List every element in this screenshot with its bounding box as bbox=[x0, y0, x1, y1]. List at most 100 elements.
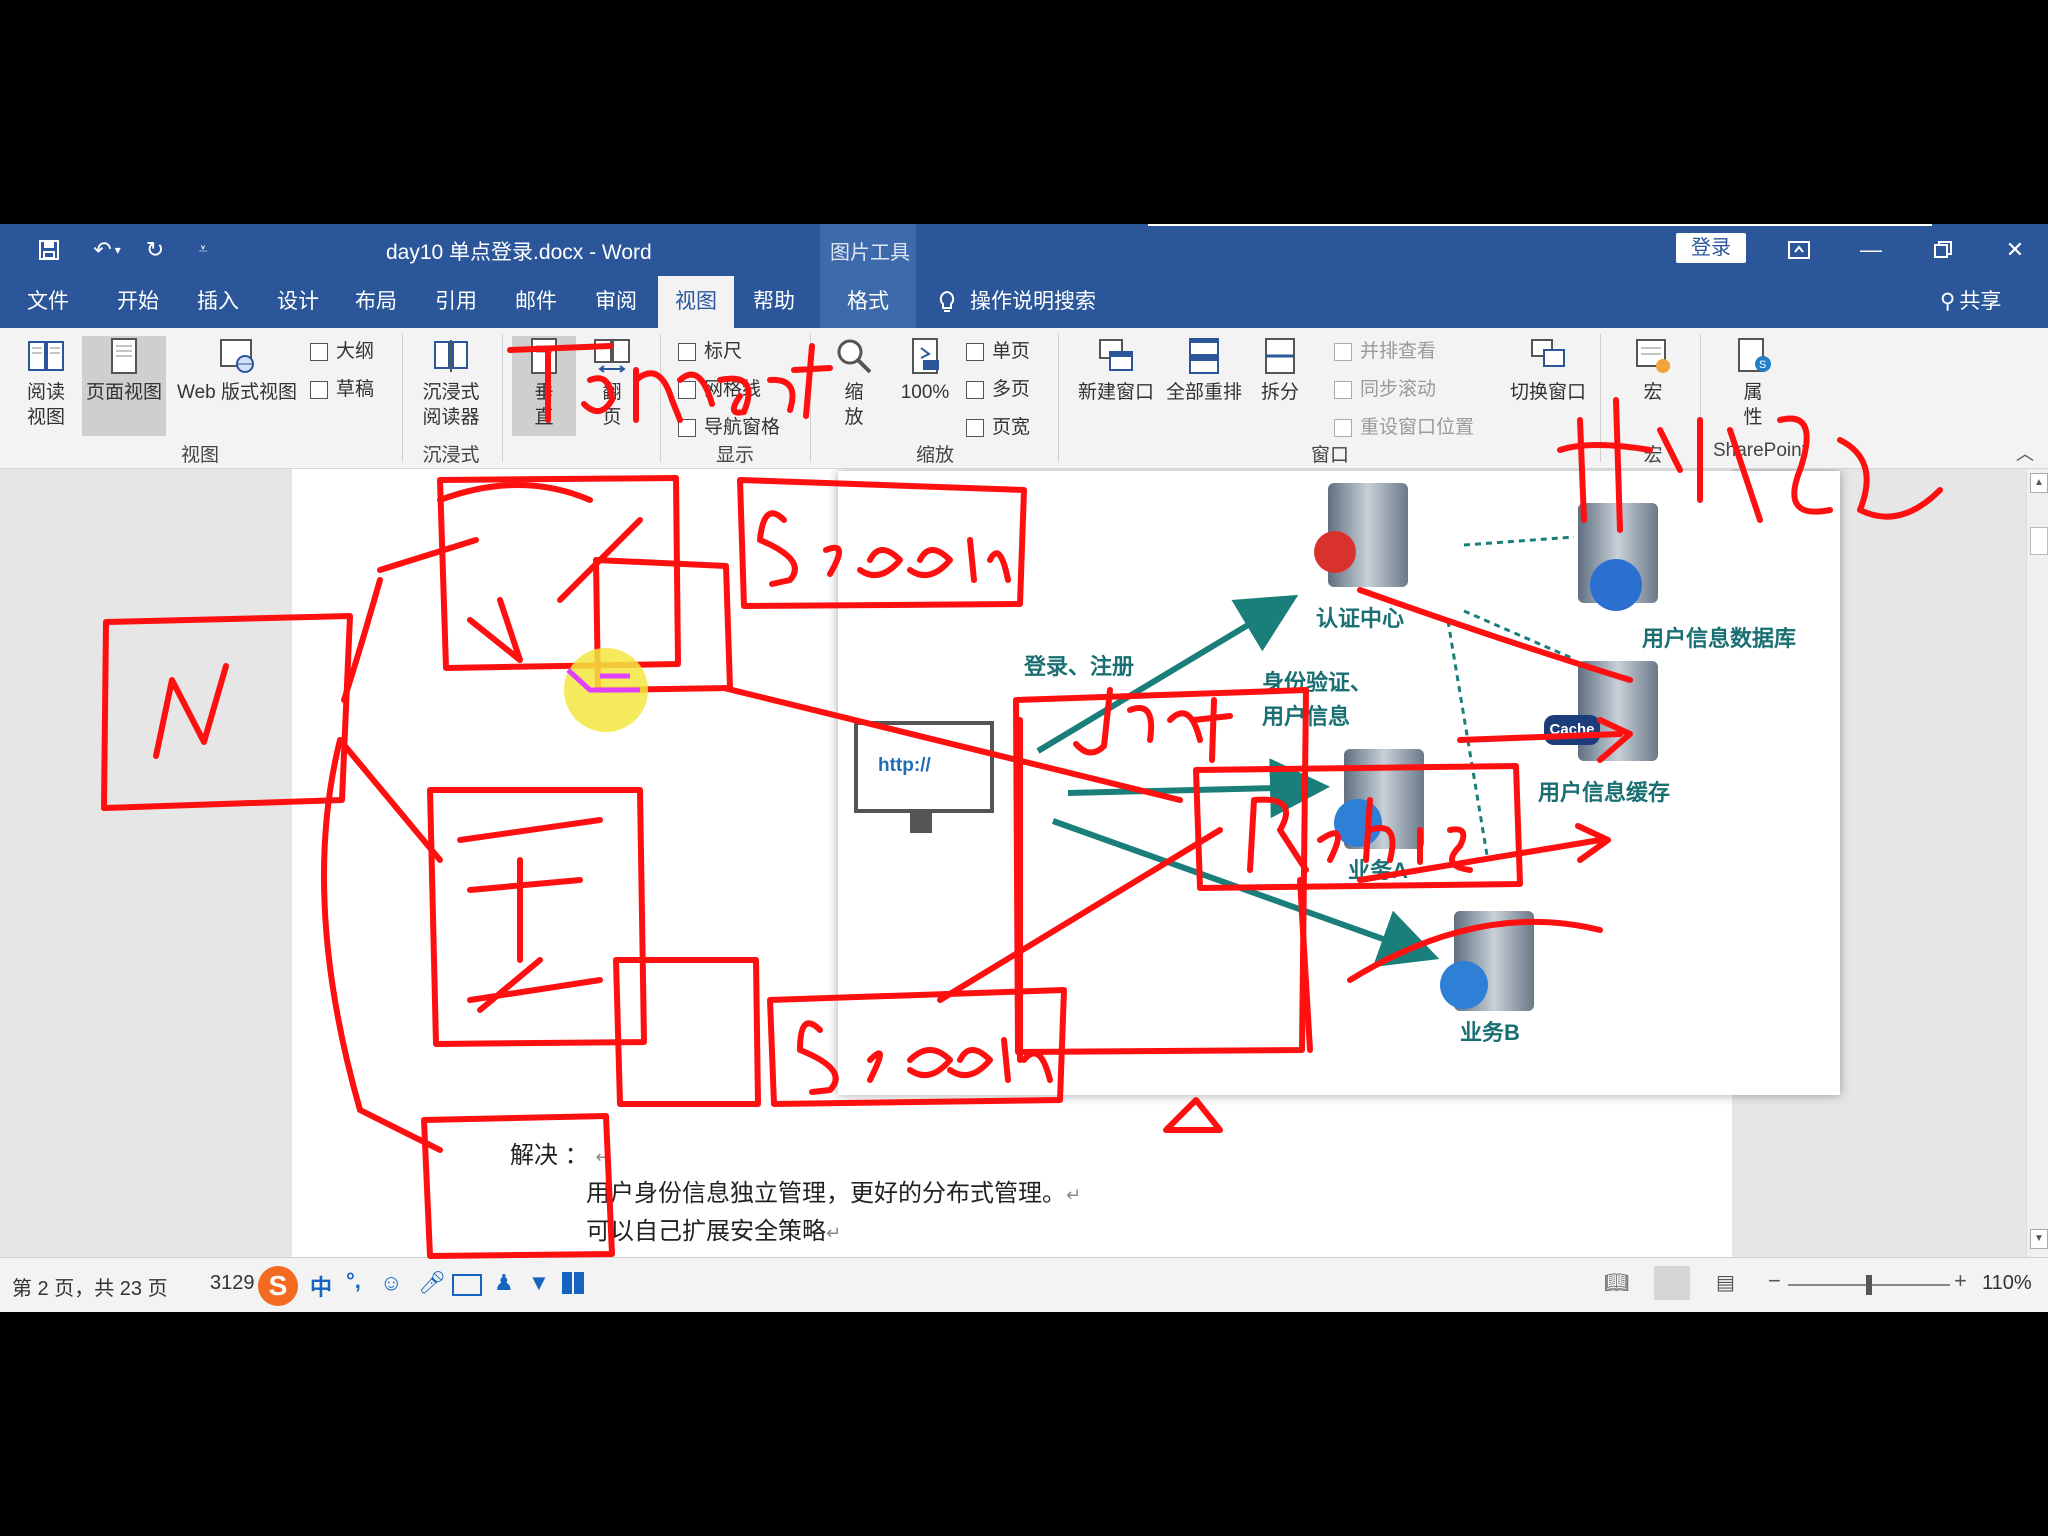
scroll-down-icon[interactable]: ▼ bbox=[2030, 1229, 2048, 1249]
switch-windows-label: 切换窗口 bbox=[1509, 382, 1586, 403]
reset-window-position-button[interactable]: 重设窗口位置 bbox=[1334, 414, 1474, 442]
save-icon[interactable] bbox=[34, 234, 64, 266]
zoom-100-button[interactable]: 100% bbox=[892, 336, 958, 436]
print-layout-icon bbox=[111, 338, 137, 374]
draft-button[interactable]: 草稿 bbox=[310, 376, 374, 404]
microphone-icon[interactable]: 🎤︎ bbox=[418, 1270, 446, 1296]
vertical-scrollbar[interactable]: ▲ ▼ bbox=[2026, 469, 2048, 1257]
sync-scroll-icon bbox=[1334, 381, 1352, 399]
ruler-checkbox[interactable]: 标尺 bbox=[678, 338, 742, 366]
customize-quick-access-icon[interactable]: ⩡ bbox=[190, 234, 216, 266]
zoom-100-label: 100% bbox=[900, 382, 950, 403]
one-page-button[interactable]: 单页 bbox=[966, 338, 1030, 366]
print-layout-status-icon[interactable] bbox=[1654, 1266, 1690, 1300]
tab-layout[interactable]: 布局 bbox=[338, 276, 414, 328]
user-icon[interactable]: ♟ bbox=[494, 1270, 514, 1296]
minimize-icon[interactable]: — bbox=[1836, 224, 1906, 276]
solution-line-2: 可以自己扩展安全策略↵ bbox=[586, 1211, 841, 1246]
skin-icon[interactable]: ▼ bbox=[528, 1270, 550, 1296]
page-width-button[interactable]: 页宽 bbox=[966, 414, 1030, 442]
zoom-button[interactable]: 缩 放 bbox=[822, 336, 886, 436]
group-label-zoom: 缩放 bbox=[915, 445, 954, 466]
read-mode-button[interactable]: 阅读 视图 bbox=[14, 336, 78, 436]
side-by-side-icon bbox=[1334, 343, 1352, 361]
gridlines-checkbox-box bbox=[678, 381, 696, 399]
immersive-reader-button[interactable]: 沉浸式 阅读器 bbox=[412, 336, 490, 436]
ribbon-tabs: 文件 开始 插入 设计 布局 引用 邮件 审阅 视图 帮助 格式 操作说明搜索 … bbox=[0, 276, 2048, 328]
view-side-by-side-button[interactable]: 并排查看 bbox=[1334, 338, 1436, 366]
close-icon[interactable]: ✕ bbox=[1980, 224, 2048, 276]
tab-design[interactable]: 设计 bbox=[260, 276, 336, 328]
tab-insert[interactable]: 插入 bbox=[180, 276, 256, 328]
new-window-button[interactable]: 新建窗口 bbox=[1074, 336, 1158, 436]
punctuation-indicator[interactable]: °, bbox=[346, 1268, 361, 1294]
multiple-pages-button[interactable]: 多页 bbox=[966, 376, 1030, 404]
ruler-label: 标尺 bbox=[704, 341, 743, 362]
nav-pane-checkbox[interactable]: 导航窗格 bbox=[678, 414, 780, 442]
arrange-all-button[interactable]: 全部重排 bbox=[1162, 336, 1246, 436]
tab-home[interactable]: 开始 bbox=[100, 276, 176, 328]
share-button[interactable]: ⚲ 共享 bbox=[1940, 276, 2001, 328]
tab-references[interactable]: 引用 bbox=[418, 276, 494, 328]
vertical-button[interactable]: 垂 直 bbox=[512, 336, 576, 436]
document-page[interactable]: http:// Cache 登录、注册 认证中心 身份验证、 用户信息 用户信息… bbox=[292, 469, 1840, 1257]
outline-button[interactable]: 大纲 bbox=[310, 338, 374, 366]
page-count[interactable]: 第 2 页，共 23 页 bbox=[12, 1272, 168, 1301]
keyboard-icon[interactable] bbox=[452, 1274, 482, 1296]
print-layout-button[interactable]: 页面视图 bbox=[82, 336, 166, 436]
magnifier-icon bbox=[837, 339, 872, 374]
zoom-slider-thumb[interactable] bbox=[1866, 1275, 1872, 1295]
multiple-pages-label: 多页 bbox=[992, 379, 1031, 400]
tab-help[interactable]: 帮助 bbox=[736, 276, 812, 328]
properties-button[interactable]: S 属 性 bbox=[1718, 336, 1788, 436]
zoom-out-button[interactable]: − bbox=[1768, 1268, 1781, 1294]
sso-architecture-figure[interactable]: http:// Cache 登录、注册 认证中心 身份验证、 用户信息 用户信息… bbox=[838, 471, 1840, 1095]
tab-mailings[interactable]: 邮件 bbox=[498, 276, 574, 328]
properties-label: 属 性 bbox=[1743, 382, 1763, 428]
toolbox-icon[interactable] bbox=[562, 1272, 584, 1294]
solution-line-2-text: 可以自己扩展安全策略 bbox=[586, 1218, 826, 1245]
scroll-up-icon[interactable]: ▲ bbox=[2030, 473, 2048, 493]
sogou-ime-logo[interactable]: S bbox=[258, 1266, 298, 1306]
ribbon-display-options-icon[interactable] bbox=[1764, 224, 1834, 276]
read-mode-label: 阅读 视图 bbox=[26, 382, 65, 428]
tab-view[interactable]: 视图 bbox=[658, 276, 734, 328]
tab-format[interactable]: 格式 bbox=[820, 276, 916, 328]
svg-text:S: S bbox=[1759, 359, 1766, 371]
tab-review[interactable]: 审阅 bbox=[578, 276, 654, 328]
emoji-icon[interactable]: ☺ bbox=[380, 1270, 402, 1296]
immersive-reader-icon bbox=[434, 340, 468, 372]
word-count[interactable]: 3129 bbox=[210, 1272, 255, 1295]
zoom-in-button[interactable]: + bbox=[1954, 1268, 1967, 1294]
reset-window-position-icon bbox=[1334, 419, 1352, 437]
split-button[interactable]: 拆分 bbox=[1250, 336, 1310, 436]
monitor-stand-icon bbox=[910, 811, 932, 833]
read-mode-status-icon[interactable]: 📖︎ bbox=[1604, 1270, 1629, 1295]
ime-mode-indicator[interactable]: 中 bbox=[310, 1270, 332, 1302]
reset-window-position-label: 重设窗口位置 bbox=[1360, 417, 1475, 438]
new-window-label: 新建窗口 bbox=[1077, 382, 1154, 403]
group-separator bbox=[810, 334, 811, 462]
restore-icon[interactable] bbox=[1908, 224, 1978, 276]
tab-file[interactable]: 文件 bbox=[10, 276, 86, 328]
gridlines-checkbox[interactable]: 网格线 bbox=[678, 376, 761, 404]
paragraph-mark: ↵ bbox=[1066, 1185, 1082, 1205]
web-layout-status-icon[interactable]: ▤ bbox=[1716, 1270, 1735, 1295]
collapse-ribbon-icon[interactable]: ︿ bbox=[2016, 440, 2034, 466]
switch-windows-button[interactable]: 切换窗口 bbox=[1506, 336, 1590, 436]
side-to-side-button[interactable]: 翻 页 bbox=[580, 336, 644, 436]
lightbulb-icon bbox=[938, 276, 956, 328]
sync-scroll-button[interactable]: 同步滚动 bbox=[1334, 376, 1436, 404]
web-layout-button[interactable]: Web 版式视图 bbox=[170, 336, 304, 436]
zoom-level[interactable]: 110% bbox=[1982, 1272, 2032, 1295]
tell-me-search[interactable]: 操作说明搜索 bbox=[938, 276, 1096, 328]
context-group-label: 图片工具 bbox=[830, 242, 910, 264]
scroll-thumb[interactable] bbox=[2030, 527, 2048, 555]
redo-icon[interactable]: ↻ bbox=[140, 234, 170, 266]
zoom-label: 缩 放 bbox=[844, 382, 864, 428]
undo-icon[interactable]: ↶ ▾ bbox=[84, 234, 130, 266]
macros-button[interactable]: 宏 bbox=[1618, 336, 1688, 436]
tell-me-label: 操作说明搜索 bbox=[970, 290, 1096, 313]
group-separator bbox=[660, 334, 661, 462]
sign-in-button[interactable]: 登录 bbox=[1676, 233, 1746, 263]
